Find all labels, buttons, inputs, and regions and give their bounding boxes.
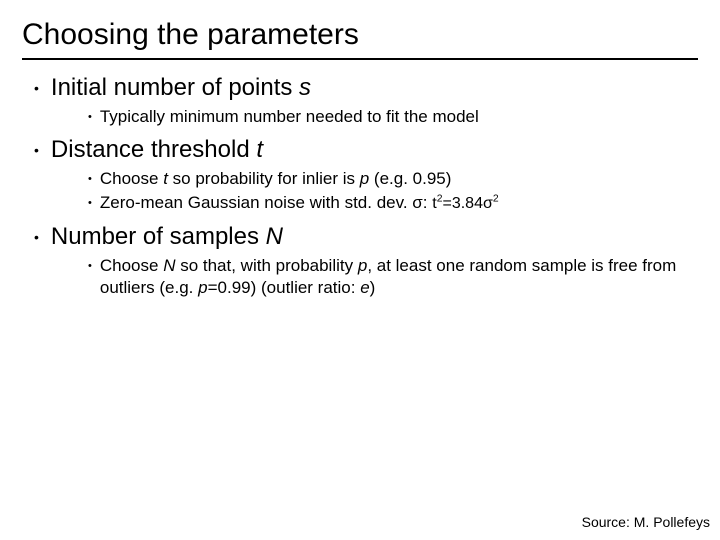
bullet-text: Distance threshold t xyxy=(51,136,263,164)
bullet-dot-icon: • xyxy=(88,106,92,128)
bullet-dot-icon: • xyxy=(34,74,39,102)
sub-bullet-text: Typically minimum number needed to fit t… xyxy=(100,106,479,128)
bullet-dot-icon: • xyxy=(34,223,39,251)
slide-title: Choosing the parameters xyxy=(22,18,698,60)
bullet-text: Number of samples N xyxy=(51,223,283,251)
bullet-dot-icon: • xyxy=(34,136,39,164)
bullet-dot-icon: • xyxy=(88,192,92,214)
bullet-text: Initial number of points s xyxy=(51,74,311,102)
list-item: • Number of samples N • Choose N so that… xyxy=(30,223,698,299)
list-item: • Distance threshold t • Choose t so pro… xyxy=(30,136,698,215)
list-item: • Initial number of points s • Typically… xyxy=(30,74,698,128)
bullet-dot-icon: • xyxy=(88,255,92,277)
sub-bullet-text: Zero-mean Gaussian noise with std. dev. … xyxy=(100,192,499,215)
source-credit: Source: M. Pollefeys xyxy=(582,514,710,530)
bullet-list: • Initial number of points s • Typically… xyxy=(22,74,698,299)
bullet-dot-icon: • xyxy=(88,168,92,190)
sub-bullet-text: Choose t so probability for inlier is p … xyxy=(100,168,452,190)
sub-bullet-text: Choose N so that, with probability p, at… xyxy=(100,255,698,299)
